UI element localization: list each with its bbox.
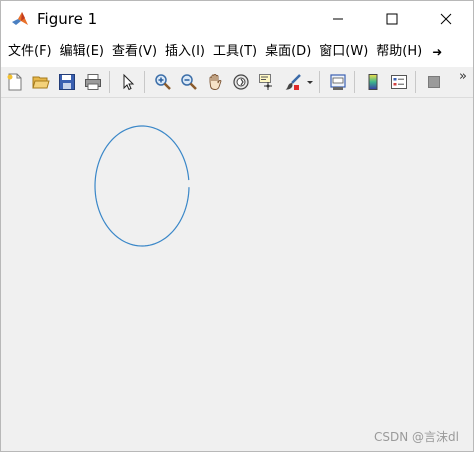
save-button[interactable] <box>55 70 79 94</box>
insert-legend-button[interactable] <box>387 70 411 94</box>
toolbar-separator <box>354 71 355 93</box>
link-plot-icon <box>330 74 346 90</box>
toolbar-separator <box>109 71 110 93</box>
menu-file[interactable]: 文件(F) <box>1 37 56 67</box>
pointer-button[interactable] <box>116 70 140 94</box>
figure-window: Figure 1 文件(F) 编辑(E) 查看(V) 插入(I) 工具(T) 桌… <box>0 0 474 452</box>
insert-colorbar-icon <box>368 74 378 90</box>
toolbar-separator <box>319 71 320 93</box>
new-figure-icon <box>7 73 22 91</box>
save-icon <box>59 74 75 90</box>
zoom-out-icon <box>181 74 197 90</box>
menu-window[interactable]: 窗口(W) <box>315 37 372 67</box>
toolbar-separator <box>144 71 145 93</box>
link-plot-button[interactable] <box>326 70 350 94</box>
window-title: Figure 1 <box>37 10 98 28</box>
figure-toolbar: » <box>1 67 473 98</box>
open-file-icon <box>32 76 50 89</box>
new-figure-button[interactable] <box>3 70 27 94</box>
close-icon <box>440 13 452 25</box>
menu-edit[interactable]: 编辑(E) <box>56 37 108 67</box>
chevron-down-icon <box>307 81 313 84</box>
pan-button[interactable] <box>203 70 227 94</box>
brush-dropdown-arrow[interactable] <box>305 70 315 94</box>
csdn-watermark: CSDN @言沫dl <box>374 430 459 444</box>
plot-canvas <box>94 125 190 247</box>
data-cursor-icon <box>259 74 272 90</box>
toolbar-separator <box>415 71 416 93</box>
data-cursor-button[interactable] <box>255 70 279 94</box>
pointer-icon <box>123 73 135 91</box>
menu-desktop[interactable]: 桌面(D) <box>261 37 315 67</box>
menu-insert[interactable]: 插入(I) <box>161 37 209 67</box>
brush-button[interactable] <box>281 70 305 94</box>
print-icon <box>85 74 101 90</box>
brush-icon <box>285 74 301 90</box>
toolbar-overflow-icon[interactable]: » <box>459 69 467 84</box>
rotate-3d-icon <box>233 74 249 90</box>
minimize-icon <box>333 18 343 20</box>
print-button[interactable] <box>81 70 105 94</box>
pan-hand-icon <box>209 74 222 90</box>
window-controls <box>311 1 473 37</box>
maximize-icon <box>386 13 398 25</box>
menu-overflow-arrow-icon[interactable]: ➜ <box>428 37 446 67</box>
menu-view[interactable]: 查看(V) <box>108 37 161 67</box>
hide-plot-tools-button[interactable] <box>422 70 446 94</box>
menu-bar: 文件(F) 编辑(E) 查看(V) 插入(I) 工具(T) 桌面(D) 窗口(W… <box>1 37 473 67</box>
insert-colorbar-button[interactable] <box>361 70 385 94</box>
hide-plot-tools-icon <box>428 76 440 88</box>
insert-legend-icon <box>391 75 407 89</box>
menu-tools[interactable]: 工具(T) <box>209 37 261 67</box>
rotate-3d-button[interactable] <box>229 70 253 94</box>
matlab-logo-icon <box>11 10 29 28</box>
zoom-out-button[interactable] <box>177 70 201 94</box>
open-file-button[interactable] <box>29 70 53 94</box>
figure-canvas[interactable]: CSDN @言沫dl <box>1 98 473 451</box>
ellipse-plot-line <box>94 125 190 247</box>
zoom-in-icon <box>155 74 171 90</box>
menu-help[interactable]: 帮助(H) <box>372 37 426 67</box>
zoom-in-button[interactable] <box>151 70 175 94</box>
maximize-button[interactable] <box>365 1 419 37</box>
close-button[interactable] <box>419 1 473 37</box>
title-bar: Figure 1 <box>1 1 473 37</box>
minimize-button[interactable] <box>311 1 365 37</box>
